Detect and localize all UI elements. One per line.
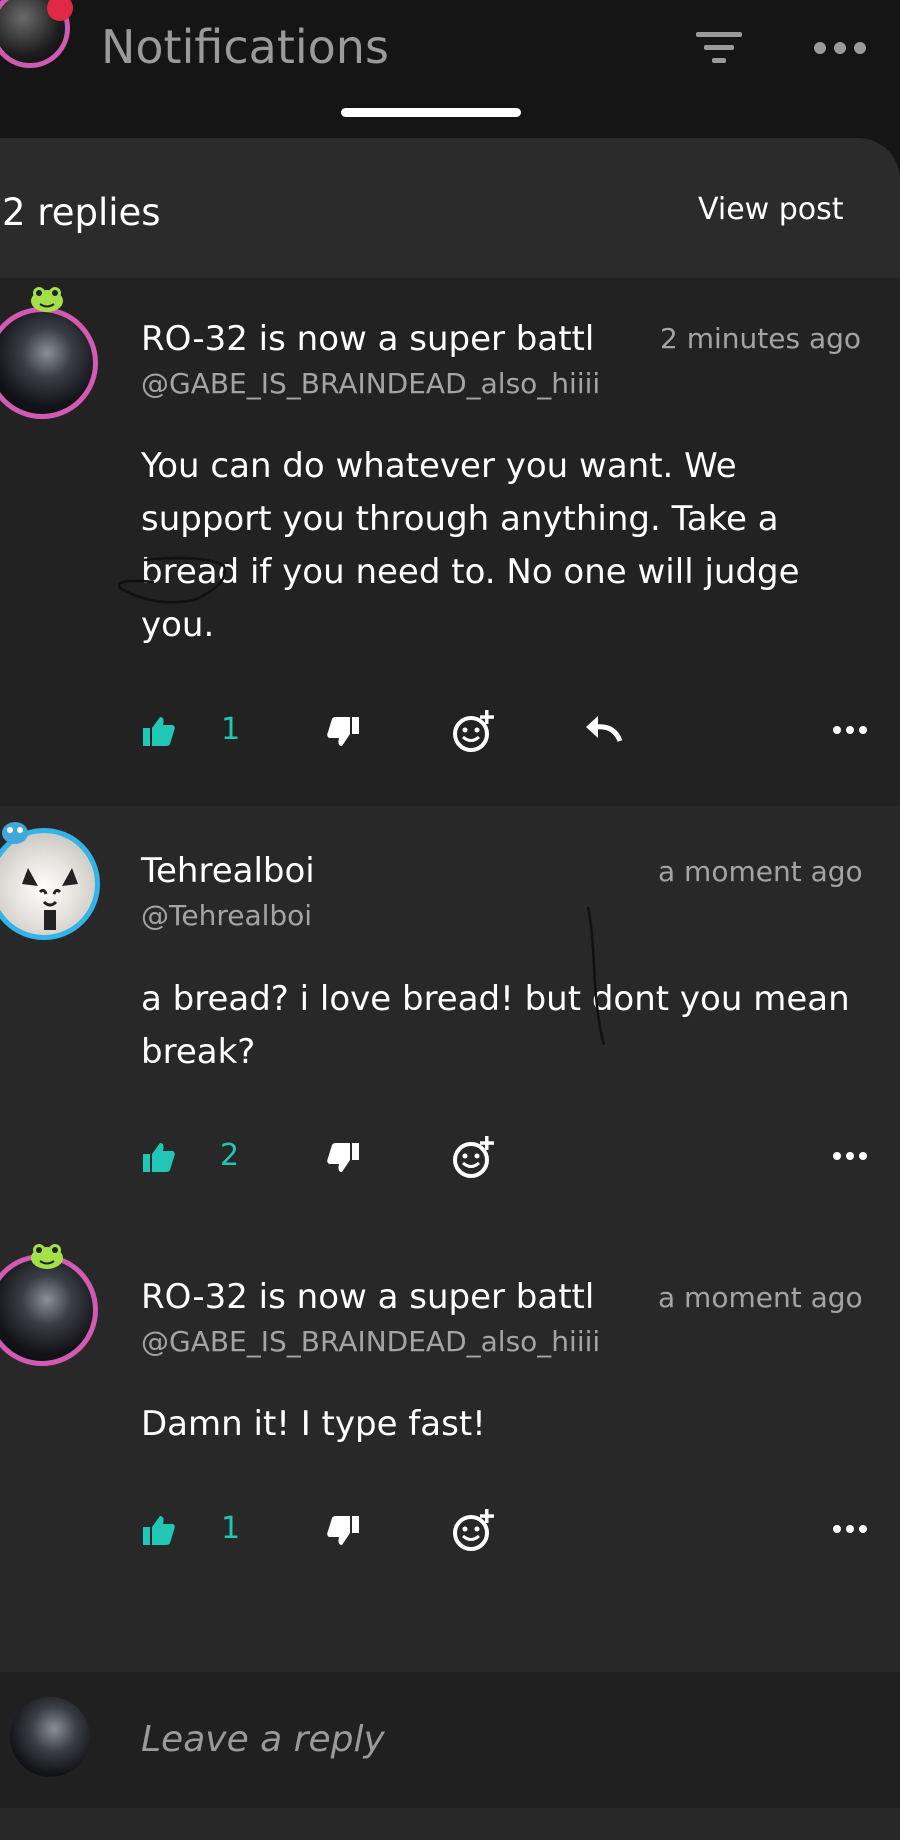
page-title: Notifications [101, 20, 389, 74]
more-dots-icon[interactable] [832, 1522, 868, 1536]
thumbs-up-icon[interactable] [142, 1141, 176, 1173]
comment-handle[interactable]: @GABE_IS_BRAINDEAD_also_hiiii [141, 367, 600, 400]
replies-count: 2 replies [2, 191, 161, 234]
comment-author[interactable]: RO-32 is now a super battl [141, 319, 594, 359]
comment-author[interactable]: Tehrealboi [141, 851, 315, 891]
comment-handle[interactable]: @Tehrealboi [141, 899, 312, 932]
notification-dot [47, 0, 73, 21]
thumbs-up-icon[interactable] [142, 715, 176, 747]
comment-author[interactable]: RO-32 is now a super battl [141, 1277, 594, 1317]
reply-input[interactable] [141, 1714, 841, 1764]
thumbs-down-icon[interactable] [326, 1142, 360, 1174]
profile-avatar[interactable] [0, 0, 73, 68]
comment-body: a bread? i love bread! but dont you mean… [141, 979, 850, 1072]
like-count: 1 [221, 712, 241, 747]
thumbs-down-icon[interactable] [326, 716, 360, 748]
my-avatar [10, 1697, 90, 1777]
cat-face-icon [22, 868, 78, 930]
filter-icon[interactable] [696, 30, 742, 66]
more-dots-icon[interactable] [832, 1149, 868, 1163]
comment-time: a moment ago [658, 1281, 863, 1314]
more-dots-icon[interactable] [832, 723, 868, 737]
sticker-badge-icon [2, 822, 28, 844]
comment-time: a moment ago [658, 855, 863, 888]
emoji-add-icon[interactable] [452, 709, 496, 753]
sheet-handle[interactable] [341, 108, 521, 117]
like-count: 2 [220, 1138, 240, 1173]
frog-badge-icon [31, 1244, 63, 1269]
frog-badge-icon [31, 287, 63, 312]
comment-handle[interactable]: @GABE_IS_BRAINDEAD_also_hiiii [141, 1325, 600, 1358]
thumbs-down-icon[interactable] [326, 1515, 360, 1547]
more-options-icon[interactable] [812, 30, 868, 66]
thumbs-up-icon[interactable] [142, 1514, 176, 1546]
view-post-button[interactable]: View post [698, 192, 844, 227]
comment-body: You can do whatever you want. We support… [141, 446, 800, 645]
comment-body: Damn it! I type fast! [141, 1404, 486, 1444]
emoji-add-icon[interactable] [452, 1135, 496, 1179]
emoji-add-icon[interactable] [452, 1508, 496, 1552]
bottom-bar [0, 1808, 900, 1840]
reply-arrow-icon[interactable] [584, 714, 624, 744]
top-bar: Notifications [0, 0, 900, 138]
like-count: 1 [221, 1511, 241, 1546]
comment-time: 2 minutes ago [660, 322, 862, 355]
